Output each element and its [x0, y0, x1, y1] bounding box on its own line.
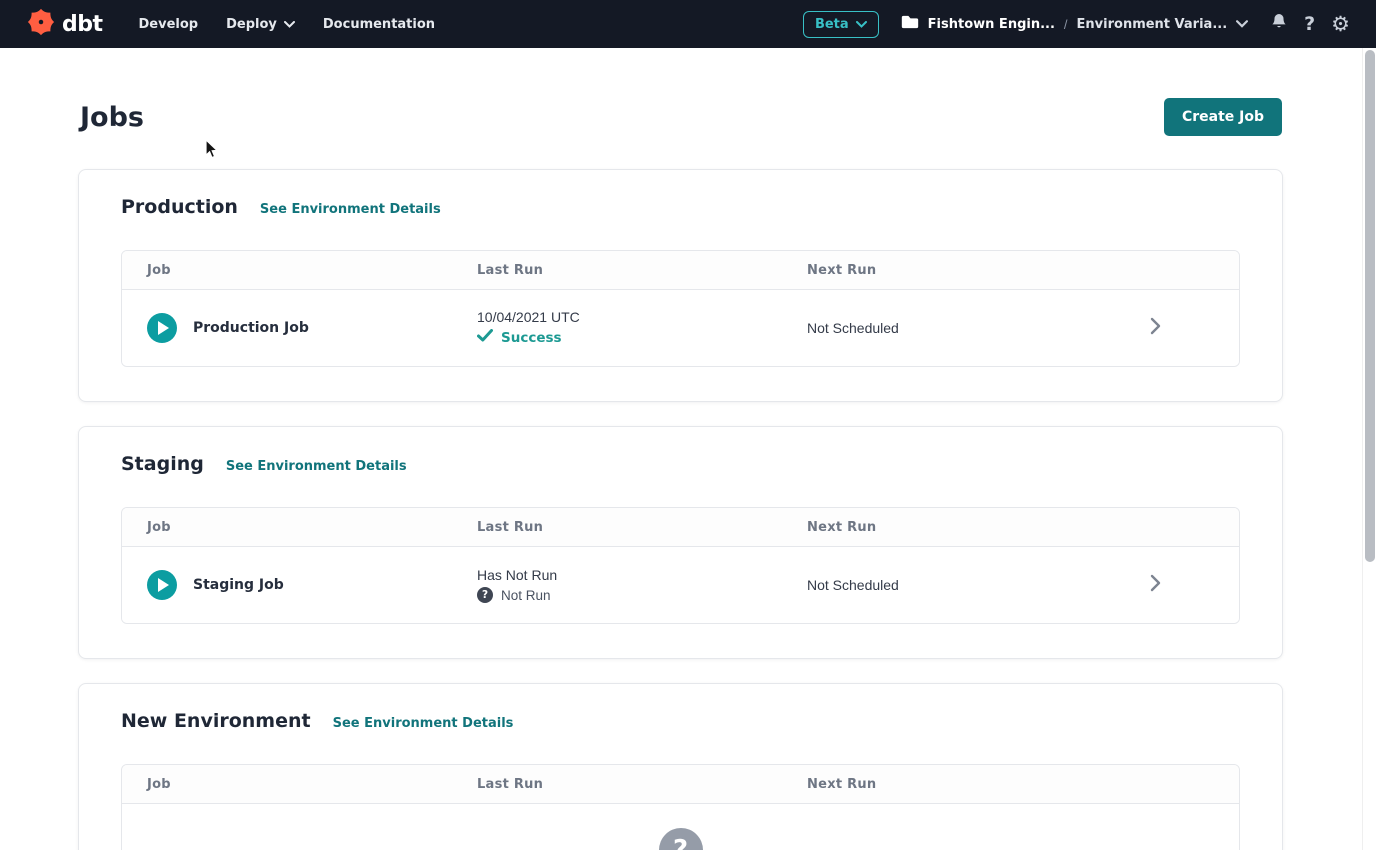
chevron-right-icon[interactable]	[1150, 317, 1161, 340]
next-run-cell: Not Scheduled	[807, 320, 1121, 336]
last-run-status: ? Not Run	[477, 587, 807, 603]
job-row-production[interactable]: Production Job 10/04/2021 UTC Success No…	[122, 290, 1239, 366]
run-job-button[interactable]	[147, 313, 177, 343]
nav-item-deploy[interactable]: Deploy	[226, 17, 295, 32]
question-circle-icon: ?	[659, 828, 703, 850]
page-header: Jobs Create Job	[80, 98, 1282, 136]
create-job-button[interactable]: Create Job	[1164, 98, 1282, 136]
last-run-cell: Has Not Run ? Not Run	[477, 567, 807, 603]
job-row-staging[interactable]: Staging Job Has Not Run ? Not Run Not Sc…	[122, 547, 1239, 623]
jobs-table: Job Last Run Next Run Production Job 10/…	[121, 250, 1240, 367]
scrollbar-thumb[interactable]	[1365, 50, 1375, 562]
jobs-table: Job Last Run Next Run ?	[121, 764, 1240, 850]
bell-icon[interactable]	[1270, 12, 1288, 36]
table-header-row: Job Last Run Next Run	[122, 251, 1239, 290]
column-header-job: Job	[147, 520, 477, 535]
see-environment-details-link[interactable]: See Environment Details	[226, 459, 407, 474]
chevron-down-icon	[856, 17, 867, 32]
next-run-cell: Not Scheduled	[807, 577, 1121, 593]
environment-list: Production See Environment Details Job L…	[78, 169, 1283, 850]
top-nav: dbt Develop Deploy Documentation Beta	[0, 0, 1376, 48]
chevron-down-icon	[284, 17, 295, 32]
environment-name: New Environment	[121, 710, 311, 732]
jobs-page: Jobs Create Job Production See Environme…	[0, 98, 1362, 850]
nav-menu: Develop Deploy Documentation	[139, 17, 436, 32]
see-environment-details-link[interactable]: See Environment Details	[333, 716, 514, 731]
card-header: New Environment See Environment Details	[121, 710, 1240, 732]
nav-item-documentation[interactable]: Documentation	[323, 17, 435, 32]
help-icon[interactable]: ?	[1304, 15, 1315, 34]
column-header-next-run: Next Run	[807, 520, 1121, 535]
page-title: Jobs	[80, 102, 144, 133]
beta-label: Beta	[815, 17, 849, 32]
nav-icons: ? ⚙	[1270, 12, 1350, 36]
dbt-logo-text: dbt	[62, 12, 103, 37]
question-circle-icon: ?	[477, 587, 493, 603]
environment-name: Production	[121, 196, 238, 218]
column-header-last-run: Last Run	[477, 520, 807, 535]
environment-card-production: Production See Environment Details Job L…	[78, 169, 1283, 402]
card-header: Staging See Environment Details	[121, 453, 1240, 475]
job-cell: Production Job	[147, 313, 477, 343]
last-run-date: 10/04/2021 UTC	[477, 309, 807, 325]
check-icon	[477, 329, 493, 347]
breadcrumb-current[interactable]: Environment Varia...	[1077, 17, 1228, 32]
breadcrumb-separator: /	[1064, 17, 1068, 32]
table-header-row: Job Last Run Next Run	[122, 765, 1239, 804]
column-header-job: Job	[147, 263, 477, 278]
column-header-next-run: Next Run	[807, 777, 1121, 792]
status-text: Not Run	[501, 588, 551, 603]
column-header-next-run: Next Run	[807, 263, 1121, 278]
nav-item-develop[interactable]: Develop	[139, 17, 199, 32]
breadcrumb: Fishtown Engin... / Environment Varia...	[901, 14, 1248, 35]
table-header-row: Job Last Run Next Run	[122, 508, 1239, 547]
nav-item-label: Develop	[139, 17, 199, 32]
environment-card-staging: Staging See Environment Details Job Last…	[78, 426, 1283, 659]
column-header-last-run: Last Run	[477, 263, 807, 278]
play-icon	[158, 321, 169, 335]
see-environment-details-link[interactable]: See Environment Details	[260, 202, 441, 217]
nav-item-label: Deploy	[226, 17, 277, 32]
folder-icon	[901, 14, 919, 35]
jobs-table: Job Last Run Next Run Staging Job Has No…	[121, 507, 1240, 624]
chevron-down-icon[interactable]	[1236, 15, 1248, 33]
empty-state: ?	[122, 804, 1239, 850]
gear-icon[interactable]: ⚙	[1331, 14, 1350, 35]
last-run-status: Success	[477, 329, 807, 347]
job-cell: Staging Job	[147, 570, 477, 600]
nav-right: Beta Fishtown Engin... / Environment Var…	[803, 11, 1350, 38]
nav-item-label: Documentation	[323, 17, 435, 32]
beta-dropdown[interactable]: Beta	[803, 11, 879, 38]
breadcrumb-account[interactable]: Fishtown Engin...	[928, 17, 1055, 32]
card-header: Production See Environment Details	[121, 196, 1240, 218]
column-header-job: Job	[147, 777, 477, 792]
scrollbar-track[interactable]	[1362, 48, 1376, 850]
run-job-button[interactable]	[147, 570, 177, 600]
last-run-cell: 10/04/2021 UTC Success	[477, 309, 807, 347]
job-name: Staging Job	[193, 577, 284, 593]
dbt-logo[interactable]: dbt	[26, 7, 103, 42]
environment-name: Staging	[121, 453, 204, 475]
column-header-last-run: Last Run	[477, 777, 807, 792]
last-run-date: Has Not Run	[477, 567, 807, 583]
status-text: Success	[501, 330, 562, 346]
dbt-logo-icon	[26, 7, 56, 42]
environment-card-new-environment: New Environment See Environment Details …	[78, 683, 1283, 850]
chevron-right-icon[interactable]	[1150, 574, 1161, 597]
job-name: Production Job	[193, 320, 309, 336]
play-icon	[158, 578, 169, 592]
